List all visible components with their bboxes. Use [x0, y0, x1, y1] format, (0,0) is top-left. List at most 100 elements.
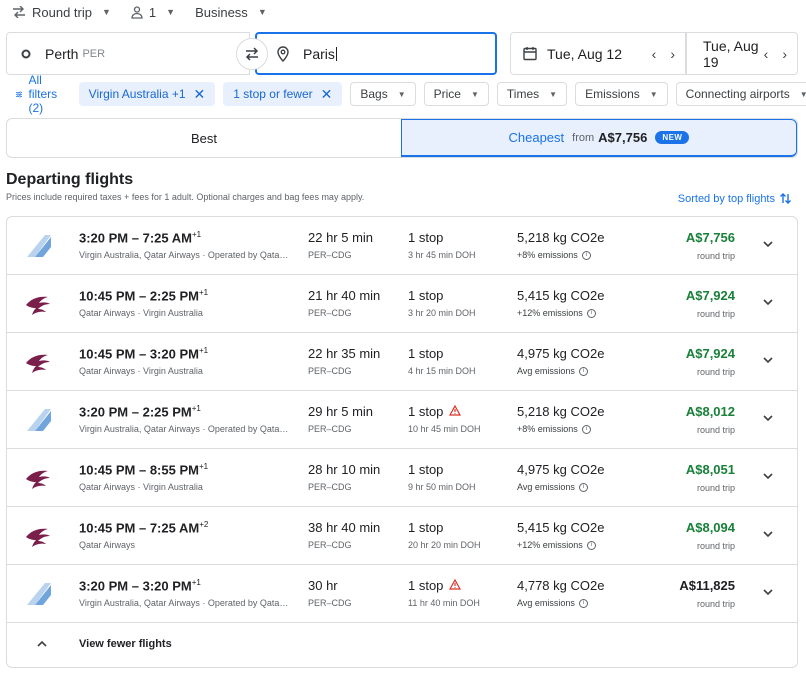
caret-down-icon: ▼ — [799, 89, 806, 99]
stops: 1 stop — [408, 578, 462, 593]
info-icon[interactable]: i — [578, 598, 588, 608]
filter-chip-emissions[interactable]: Emissions ▼ — [575, 82, 668, 106]
stops: 1 stop — [408, 462, 443, 477]
caret-down-icon: ▼ — [257, 7, 267, 17]
emissions-label: +8% emissions — [517, 424, 578, 434]
day-offset: +2 — [199, 520, 209, 529]
info-icon[interactable]: i — [586, 540, 596, 550]
trip-type-select[interactable]: Round trip ▼ — [12, 5, 111, 20]
duration: 30 hr — [308, 578, 338, 593]
day-offset: +1 — [198, 288, 209, 297]
chevron-right-icon[interactable]: › — [670, 46, 675, 62]
location-pin-icon — [277, 45, 289, 62]
duration: 28 hr 10 min — [308, 462, 381, 477]
info-icon[interactable]: i — [578, 482, 588, 492]
filter-chip-stops[interactable]: 1 stop or fewer ✕ — [223, 82, 343, 106]
flight-row-4[interactable]: 3:20 PM – 2:25 PM+1 Virgin Australia, Qa… — [7, 391, 797, 449]
close-icon[interactable]: ✕ — [194, 87, 206, 101]
stops-label: 1 stop — [408, 462, 444, 477]
chevron-down-icon[interactable] — [761, 469, 775, 483]
tab-cheapest[interactable]: Cheapest from A$7,756 NEW — [401, 119, 797, 157]
airlines: Virgin Australia, Qatar Airways · Operat… — [79, 424, 289, 434]
price: A$7,924 — [685, 288, 735, 303]
passengers-select[interactable]: 1 ▼ — [131, 5, 175, 20]
origin-field[interactable]: Perth PER — [6, 32, 250, 75]
airlines: Qatar Airways · Virgin Australia — [79, 482, 203, 492]
stops: 1 stop — [408, 288, 443, 303]
origin-city: Perth — [45, 45, 79, 62]
duration: 22 hr 35 min — [308, 346, 381, 361]
section-title: Departing flights — [6, 171, 134, 188]
caret-down-icon: ▼ — [101, 7, 111, 17]
emissions: Avg emissions i — [517, 366, 588, 376]
info-icon[interactable]: i — [581, 424, 591, 434]
price: A$8,051 — [685, 462, 735, 477]
flight-times: 10:45 PM – 2:25 PM+1 — [79, 288, 208, 303]
view-fewer-button[interactable]: View fewer flights — [7, 623, 797, 665]
flight-row-7[interactable]: 3:20 PM – 3:20 PM+1 Virgin Australia, Qa… — [7, 565, 797, 623]
filter-chip-airlines[interactable]: Virgin Australia +1 ✕ — [78, 82, 216, 106]
flight-row-3[interactable]: 10:45 PM – 3:20 PM+1 Qatar Airways · Vir… — [7, 333, 797, 391]
close-icon[interactable]: ✕ — [321, 87, 333, 101]
flight-row-1[interactable]: 3:20 PM – 7:25 AM+1 Virgin Australia, Qa… — [7, 217, 797, 275]
stops-label: 1 stop — [408, 288, 444, 303]
caret-down-icon: ▼ — [397, 89, 406, 99]
chip-label: Times — [506, 87, 540, 101]
chip-label: Virgin Australia +1 — [88, 87, 186, 101]
info-icon[interactable]: i — [581, 250, 591, 260]
chevron-down-icon[interactable] — [761, 585, 775, 599]
flight-times: 10:45 PM – 8:55 PM+1 — [79, 462, 208, 477]
flight-row-2[interactable]: 10:45 PM – 2:25 PM+1 Qatar Airways · Vir… — [7, 275, 797, 333]
stops: 1 stop — [408, 520, 443, 535]
emissions-label: +12% emissions — [517, 308, 583, 318]
airlines: Qatar Airways · Virgin Australia — [79, 308, 203, 318]
co2: 4,975 kg CO2e — [517, 346, 605, 361]
depart-date-field[interactable]: Tue, Aug 12 ‹ › — [510, 32, 686, 75]
chevron-down-icon[interactable] — [761, 295, 775, 309]
flight-times: 3:20 PM – 3:20 PM+1 — [79, 578, 201, 593]
all-filters-button[interactable]: All filters (2) — [16, 73, 63, 115]
swap-arrows-icon — [13, 6, 25, 18]
flight-row-5[interactable]: 10:45 PM – 8:55 PM+1 Qatar Airways · Vir… — [7, 449, 797, 507]
flight-row-6[interactable]: 10:45 PM – 7:25 AM+2 Qatar Airways 38 hr… — [7, 507, 797, 565]
info-icon[interactable]: i — [578, 366, 588, 376]
stop-detail: 3 hr 20 min DOH — [408, 308, 476, 318]
chevron-right-icon[interactable]: › — [782, 46, 787, 62]
filter-chip-times[interactable]: Times ▼ — [496, 82, 568, 106]
filter-chip-price[interactable]: Price ▼ — [423, 82, 489, 106]
chip-label: 1 stop or fewer — [233, 87, 313, 101]
info-icon[interactable]: i — [586, 308, 596, 318]
swap-button[interactable] — [236, 38, 268, 70]
route: PER–CDG — [308, 540, 352, 550]
destination-field[interactable]: Paris — [255, 32, 497, 75]
cabin-select[interactable]: Business ▼ — [195, 5, 267, 20]
time-range: 10:45 PM – 3:20 PM — [79, 346, 199, 362]
stop-detail: 10 hr 45 min DOH — [408, 424, 481, 434]
chevron-down-icon[interactable] — [761, 527, 775, 541]
co2: 4,975 kg CO2e — [517, 462, 605, 477]
sort-button[interactable]: Sorted by top flights — [678, 192, 792, 205]
origin-circle-icon — [21, 49, 31, 58]
destination-input[interactable]: Paris — [303, 46, 335, 62]
time-range: 3:20 PM – 2:25 PM — [79, 404, 192, 420]
chevron-down-icon[interactable] — [761, 353, 775, 367]
tab-best[interactable]: Best — [7, 119, 401, 157]
chevron-up-icon — [37, 640, 47, 647]
chevron-down-icon[interactable] — [761, 411, 775, 425]
day-offset: +1 — [191, 230, 202, 239]
virgin-australia-logo — [23, 581, 53, 607]
passengers-count: 1 — [148, 4, 157, 20]
route: PER–CDG — [308, 424, 352, 434]
co2: 4,778 kg CO2e — [517, 578, 605, 593]
filter-chip-connecting-airports[interactable]: Connecting airports ▼ — [675, 82, 806, 106]
route: PER–CDG — [308, 366, 352, 376]
stop-detail: 3 hr 45 min DOH — [408, 250, 476, 260]
chevron-left-icon[interactable]: ‹ — [652, 46, 657, 62]
chevron-left-icon[interactable]: ‹ — [764, 46, 769, 62]
filter-chip-bags[interactable]: Bags ▼ — [350, 82, 416, 106]
stops-label: 1 stop — [408, 346, 444, 361]
depart-date: Tue, Aug 12 — [547, 45, 622, 62]
origin-code: PER — [82, 47, 106, 60]
chevron-down-icon[interactable] — [761, 237, 775, 251]
return-date-field[interactable]: Tue, Aug 19 ‹ › — [686, 32, 798, 75]
